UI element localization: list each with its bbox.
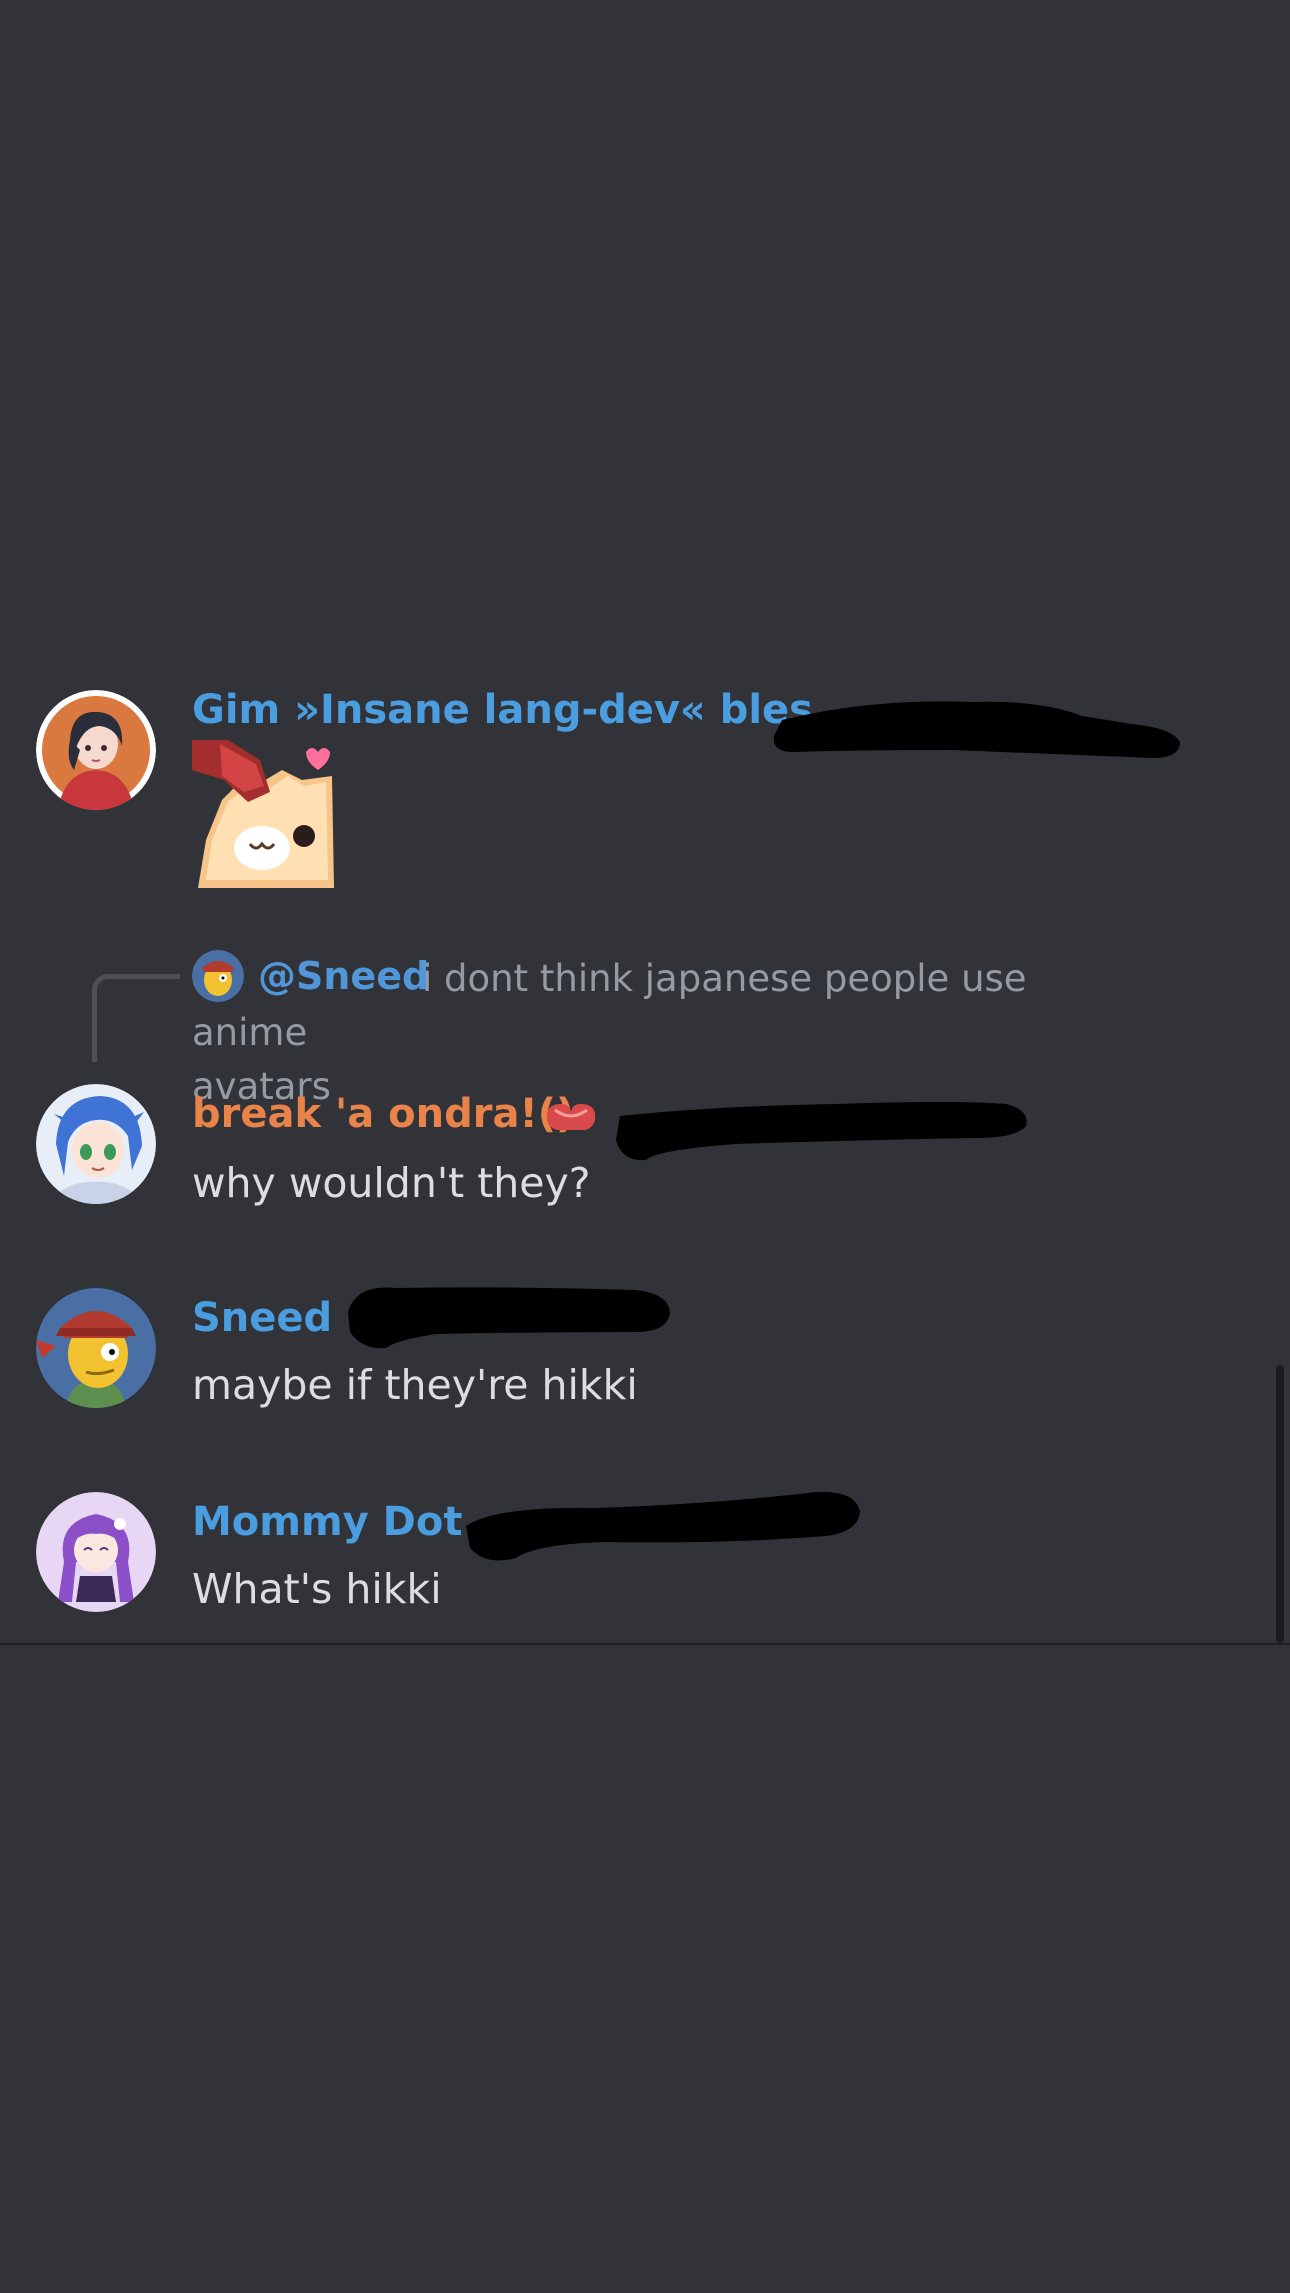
reply-connector (92, 974, 180, 1062)
message-text-whats: What's hikki (192, 1565, 442, 1613)
cartoon-farmer-icon (36, 1288, 156, 1408)
username-sneed[interactable]: Sneed (192, 1294, 332, 1342)
purple-hair-chibi-icon (36, 1492, 156, 1612)
username-break-a-ondra[interactable]: break 'a ondra!() (192, 1090, 574, 1138)
message-text-maybe: maybe if they're hikki (192, 1361, 638, 1409)
redaction-scribble (466, 1491, 860, 1561)
message-text-why: why wouldn't they? (192, 1159, 591, 1207)
reply-mention[interactable]: @Sneed (258, 952, 429, 1000)
anime-girl-red-hoodie-icon (36, 690, 156, 810)
username-gim[interactable]: Gim »Insane lang-dev« bles (192, 686, 813, 734)
scrollbar[interactable] (1276, 1365, 1284, 1643)
headpat-fox-sticker[interactable] (192, 740, 337, 888)
redaction-scribble (773, 701, 1180, 758)
avatar-mommy-dot[interactable] (36, 1492, 156, 1612)
redaction-scribble (616, 1102, 1027, 1161)
avatar-break-a-ondra[interactable] (36, 1084, 156, 1204)
divider (0, 1643, 1290, 1645)
red-heart-hands-emoji-icon (546, 1104, 596, 1130)
username-mommy-dot[interactable]: Mommy Dot (192, 1498, 462, 1546)
message-list[interactable]: Gim »Insane lang-dev« bles i dont think … (0, 0, 1290, 1643)
avatar-sneed[interactable] (36, 1288, 156, 1408)
avatar-gim[interactable] (36, 690, 156, 810)
redaction-scribble (348, 1287, 670, 1349)
blue-hair-anime-girl-icon (36, 1084, 156, 1204)
